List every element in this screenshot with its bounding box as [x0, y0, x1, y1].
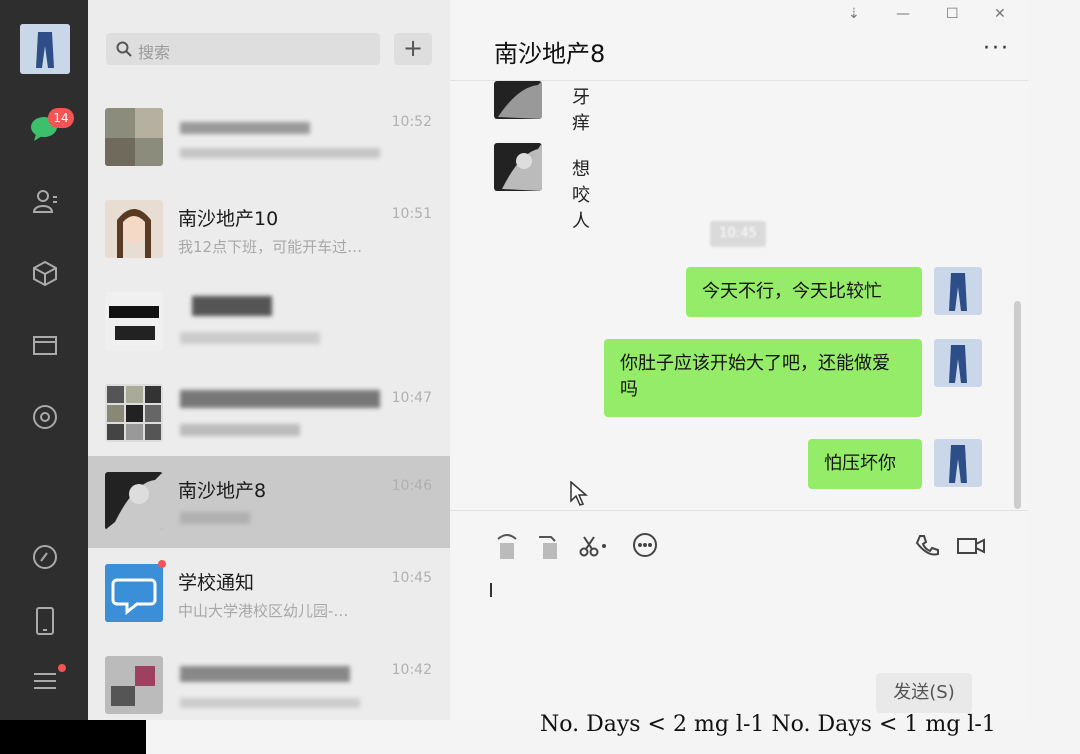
list-item-selected[interactable]: 南沙地产8 10:46	[88, 456, 450, 548]
emoji-icon[interactable]	[492, 531, 522, 561]
input-area: 发送(S)	[450, 510, 1028, 720]
close-icon[interactable]: ✕	[994, 6, 1006, 22]
overlay-caption: No. Days < 2 mg l-1 No. Days < 1 mg l-1	[540, 712, 996, 737]
chat-history-icon[interactable]	[630, 531, 660, 561]
unread-dot	[158, 560, 166, 568]
item-name: 南沙地产8	[178, 480, 267, 502]
avatar	[105, 472, 163, 530]
item-time: 10:52	[391, 114, 432, 130]
avatar	[105, 200, 163, 258]
item-preview-redacted	[180, 148, 380, 158]
item-preview-redacted	[180, 698, 360, 708]
avatar	[934, 339, 982, 387]
item-name-redacted	[180, 666, 350, 682]
item-time: 10:46	[391, 478, 432, 494]
pin-icon[interactable]: ⇣	[848, 6, 860, 22]
menu-icon[interactable]	[28, 664, 62, 698]
avatar	[494, 143, 542, 191]
list-item[interactable]: 南沙地产10 10:51 我12点下班，可能开车过…	[88, 184, 450, 276]
message-self: 今天不行，今天比较忙	[686, 267, 922, 317]
message-self: 怕压坏你	[808, 439, 922, 489]
item-preview: 我12点下班，可能开车过…	[178, 238, 363, 256]
file-icon[interactable]	[534, 531, 564, 561]
session-list: 搜索 + 10:52 南沙地产10 10:51 我12点下班，可能开车过… 10…	[88, 0, 450, 720]
item-preview-redacted	[180, 332, 320, 344]
minimize-icon[interactable]: —	[896, 6, 910, 22]
discover-icon[interactable]	[28, 540, 62, 574]
list-item[interactable]: 学校通知 10:45 中山大学港校区幼儿园-…	[88, 548, 450, 640]
item-time: 10:47	[391, 390, 432, 406]
my-avatar[interactable]	[20, 24, 70, 74]
video-call-icon[interactable]	[956, 531, 986, 561]
menu-notify-dot	[58, 664, 66, 672]
avatar	[105, 656, 163, 714]
voice-call-icon[interactable]	[912, 531, 942, 561]
box-icon[interactable]	[28, 256, 62, 290]
item-preview-redacted	[180, 424, 300, 436]
moments-icon[interactable]	[28, 400, 62, 434]
send-button[interactable]: 发送(S)	[876, 673, 972, 713]
list-item[interactable]: 10:52	[88, 92, 450, 184]
list-item[interactable]: 10:47	[88, 368, 450, 460]
item-name-redacted	[192, 296, 272, 316]
search-icon	[116, 41, 132, 57]
item-time: 10:45	[391, 570, 432, 586]
group-avatar	[105, 384, 163, 442]
item-preview: 中山大学港校区幼儿园-…	[178, 602, 349, 620]
message-scrollbar[interactable]	[1014, 301, 1021, 509]
contacts-icon[interactable]	[28, 184, 62, 218]
message-area: 牙痒 想咬人 10:45 今天不行，今天比较忙 你肚子应该开始大了吧，还能做爱吗	[450, 80, 1028, 510]
time-divider: 10:45	[710, 221, 766, 247]
folder-icon[interactable]	[28, 328, 62, 362]
wechat-window: 14 搜索 + 10:52 南沙地产10 10:51 我12点下班，可能开车过……	[0, 0, 1080, 754]
avatar	[494, 81, 542, 119]
item-name: 南沙地产10	[178, 208, 279, 230]
more-icon[interactable]: ···	[983, 36, 1010, 61]
text-input[interactable]	[490, 583, 492, 597]
unread-badge: 14	[48, 108, 74, 128]
item-time: 10:42	[391, 662, 432, 678]
item-name-redacted	[180, 390, 380, 408]
avatar	[105, 292, 163, 350]
maximize-icon[interactable]: ☐	[946, 6, 959, 22]
list-item[interactable]	[88, 276, 450, 368]
message-self: 你肚子应该开始大了吧，还能做爱吗	[604, 339, 922, 417]
photo-border	[0, 720, 146, 754]
item-name-redacted	[180, 122, 310, 134]
chat-panel: ⇣ — ☐ ✕ 南沙地产8 ··· 牙痒 想咬人 10:45 今天不行，今天比较…	[450, 0, 1028, 720]
phone-icon[interactable]	[28, 604, 62, 638]
notification-avatar	[105, 564, 163, 622]
add-button[interactable]: +	[394, 33, 432, 65]
chat-title: 南沙地产8	[494, 40, 606, 68]
avatar	[934, 439, 982, 487]
mouse-cursor-icon	[570, 481, 588, 506]
search-placeholder: 搜索	[138, 43, 171, 62]
item-preview-redacted	[180, 512, 250, 524]
nav-rail: 14	[0, 0, 88, 754]
message-text: 牙痒	[572, 87, 590, 134]
message-text: 想咬人	[572, 159, 590, 232]
scissors-icon[interactable]	[578, 531, 608, 561]
search-input[interactable]: 搜索	[106, 33, 380, 65]
avatar	[105, 108, 163, 166]
item-time: 10:51	[391, 206, 432, 222]
item-name: 学校通知	[178, 572, 255, 594]
avatar	[934, 267, 982, 315]
list-item[interactable]: 10:42	[88, 640, 450, 732]
